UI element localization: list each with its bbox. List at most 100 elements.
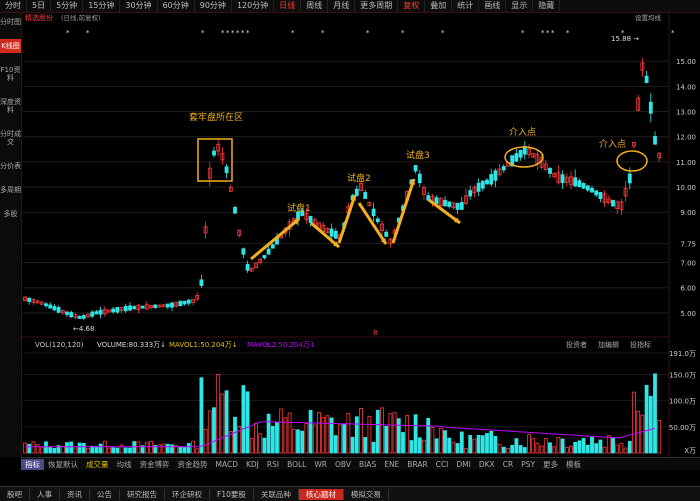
topbar-item-7[interactable]: 120分钟	[232, 0, 275, 12]
annotation-entry2: 介入点	[599, 139, 626, 150]
kline-chart[interactable]: 精选股份 (日线,前复权) 设置均线 * * * * * * * * * * * * * * * * * * * * * 15.…	[21, 13, 700, 469]
topbar-item-4[interactable]: 30分钟	[120, 0, 158, 12]
bottomtabs-item-11[interactable]: OBV	[331, 460, 355, 469]
candle-body	[371, 208, 376, 217]
volume-bar	[602, 446, 607, 454]
footer-item-7[interactable]: 关联品种	[254, 488, 299, 500]
mavol1-label: MAVOL1:50.204万↓	[169, 341, 238, 349]
volume-bar	[199, 377, 204, 454]
bottomtabs-item-15[interactable]: CCI	[432, 460, 453, 469]
bottomtabs-item-10[interactable]: WR	[310, 460, 331, 469]
footer-item-4[interactable]: 研究报告	[120, 488, 165, 500]
bottomtabs-item-17[interactable]: DKX	[475, 460, 499, 469]
volume-bar	[44, 441, 48, 454]
volume-bar	[220, 393, 225, 454]
bottomtabs-item-20[interactable]: 更多	[539, 459, 562, 470]
price-tick: 15.00	[676, 58, 696, 66]
topbar-item-16[interactable]: 显示	[506, 0, 534, 12]
annotation-trapped: 套牢盘所在区	[189, 111, 243, 123]
bottomtabs-item-8[interactable]: RSI	[263, 460, 283, 469]
footer-item-2[interactable]: 资讯	[60, 488, 90, 500]
topbar-item-12[interactable]: 复权	[398, 0, 426, 12]
volume-bar	[39, 447, 44, 454]
footer-item-1[interactable]: 人事	[30, 488, 60, 500]
topbar-item-11[interactable]: 更多周期	[355, 0, 399, 12]
footer-item-9[interactable]: 模拟交易	[344, 488, 389, 500]
topbar-item-9[interactable]: 周线	[301, 0, 329, 12]
volume-bar	[186, 443, 191, 454]
bottomtabs-item-5[interactable]: 资金趋势	[174, 459, 212, 470]
bottomtabs-item-7[interactable]: KDJ	[242, 460, 263, 469]
bottomtabs-item-1[interactable]: 恢复默认	[44, 459, 82, 470]
volume-bar	[216, 374, 221, 454]
arrow-5	[391, 178, 416, 244]
entry-circle-2	[616, 150, 648, 172]
candle-body	[548, 168, 552, 174]
bottomtabs-item-2[interactable]: 成交量	[82, 459, 113, 470]
volume-bar	[350, 436, 355, 454]
topbar-item-3[interactable]: 15分钟	[83, 0, 121, 12]
bottomtabs-item-19[interactable]: PSY	[517, 460, 539, 469]
topbar-item-0[interactable]: 分时	[0, 0, 27, 12]
bottomtabs-item-18[interactable]: CR	[499, 460, 517, 469]
bottomtabs-item-9[interactable]: BOLL	[283, 460, 310, 469]
candle-body	[644, 75, 649, 83]
volume-bar	[535, 442, 540, 454]
topbar-item-14[interactable]: 统计	[452, 0, 480, 12]
sidebar-item-7[interactable]: 多股	[0, 207, 21, 221]
sidebar-item-3[interactable]: 深度资料	[0, 95, 21, 117]
topbar-item-5[interactable]: 60分钟	[158, 0, 195, 12]
footer-item-3[interactable]: 公告	[90, 488, 120, 500]
price-tick: 14.00	[676, 83, 696, 91]
bottomtabs-item-6[interactable]: MACD	[212, 460, 242, 469]
footer-item-0[interactable]: 股吧	[0, 488, 30, 500]
candle-body	[585, 185, 590, 191]
footer-item-5[interactable]: 环企研权	[165, 488, 210, 500]
volume-bar	[426, 417, 431, 454]
annotation-entry1: 介入点	[509, 127, 536, 138]
sidebar-item-2[interactable]: F10资料	[0, 63, 21, 85]
annotation-test2: 试盘2	[347, 172, 371, 184]
topbar-item-13[interactable]: 叠加	[425, 0, 453, 12]
volume-bar	[468, 435, 473, 454]
bottomtabs-item-3[interactable]: 均线	[113, 459, 136, 470]
candle-body	[115, 307, 120, 313]
bottomtabs-item-16[interactable]: DMI	[452, 460, 474, 469]
topbar-item-17[interactable]: 隐藏	[533, 0, 561, 12]
sidebar-item-4[interactable]: 分时成交	[0, 127, 21, 149]
sidebar-item-0[interactable]: 分时图	[0, 15, 21, 29]
topbar-item-15[interactable]: 画线	[479, 0, 507, 12]
footer-item-6[interactable]: F10要股	[210, 488, 254, 500]
topbar-item-8[interactable]: 日线	[274, 0, 302, 12]
candle-body	[123, 305, 128, 312]
candle-body	[417, 173, 422, 184]
sidebar-item-5[interactable]: 分价表	[0, 159, 21, 173]
event-marker: *	[246, 29, 250, 37]
volume-bar	[581, 438, 586, 454]
topbar-item-10[interactable]: 月线	[328, 0, 356, 12]
topbar-item-2[interactable]: 5分钟	[51, 0, 84, 12]
volume-bar	[287, 412, 292, 454]
bottomtabs-item-13[interactable]: ENE	[380, 460, 403, 469]
bottomtabs-item-21[interactable]: 模板	[562, 459, 585, 470]
event-marker: *	[241, 29, 245, 37]
candle-body	[178, 300, 183, 307]
topbar-item-1[interactable]: 5日	[27, 0, 52, 12]
footer-item-8[interactable]: 核心题材	[298, 488, 344, 500]
sidebar-item-1[interactable]: K线图	[0, 39, 21, 53]
volume-bar	[594, 443, 599, 454]
candle-body	[560, 174, 565, 183]
bottomtabs-item-0[interactable]: 指标	[21, 458, 44, 470]
topbar-item-6[interactable]: 90分钟	[195, 0, 232, 12]
candle-body	[443, 199, 447, 207]
volume-bar	[573, 441, 578, 454]
volume-bar	[392, 412, 397, 454]
volume-bar	[161, 443, 166, 454]
sidebar-item-6[interactable]: 多周期	[0, 183, 21, 197]
volume-bar	[644, 384, 649, 454]
bottomtabs-item-12[interactable]: BIAS	[355, 460, 380, 469]
bottomtabs-item-14[interactable]: BRAR	[403, 460, 431, 469]
bottomtabs-item-4[interactable]: 资金博弈	[136, 459, 174, 470]
vol-tick: 50.00万	[669, 424, 696, 432]
volume-bar	[300, 430, 305, 454]
